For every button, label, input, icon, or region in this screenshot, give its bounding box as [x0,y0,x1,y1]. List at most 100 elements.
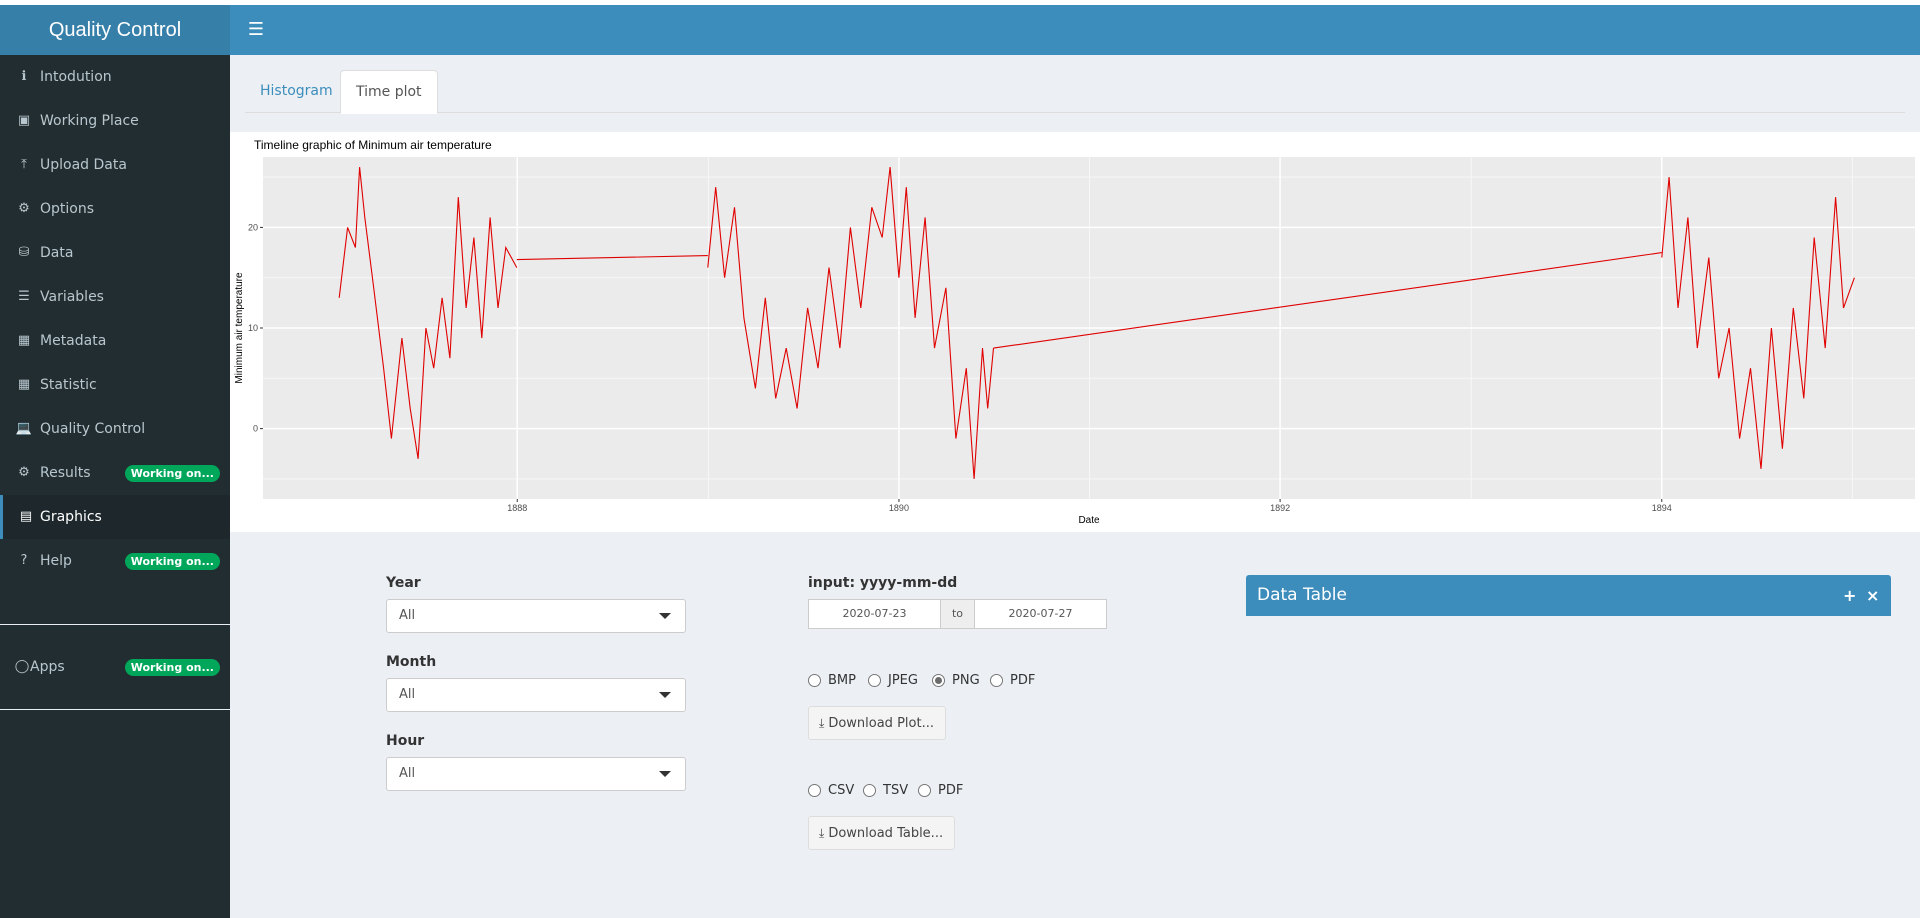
chevron-down-icon [659,692,671,698]
app-title[interactable]: Quality Control [0,5,230,55]
x-tick-label: 1888 [507,503,527,513]
sidebar-item-data[interactable]: ⛁ Data [0,231,230,275]
y-tick-label: 10 [248,323,258,333]
radio-label: CSV [828,783,855,798]
radio-dot [808,784,821,797]
month-select-value: All [399,687,416,702]
download-icon: ⤓ [819,716,825,730]
time-plot-chart: 1888 1890 1892 1894 0 10 20 Timeline graphic of… [234,138,1915,526]
tab-histogram[interactable]: Histogram [245,70,348,113]
laptop-icon: 💻 [15,421,33,436]
radio-label: PDF [1010,673,1036,688]
sidebar-item-label: Results [40,465,91,481]
sidebar: ℹ Intodution ▣ Working Place ⤒ Upload Da… [0,55,230,918]
upload-icon: ⤒ [21,157,27,172]
sidebar-item-variables[interactable]: ☰ Variables [0,275,230,319]
sidebar-item-apps[interactable]: ◯ Apps Working on... [0,645,230,689]
sidebar-item-label: Options [40,201,95,217]
gears-icon: ⚙ [18,201,30,216]
hour-select[interactable]: All [386,757,686,791]
date-start-input[interactable]: 2020-07-23 [808,599,941,629]
radio-dot [863,784,876,797]
x-tick-label: 1894 [1652,503,1672,513]
chevron-down-icon [659,613,671,619]
question-icon: ? [20,553,28,568]
month-select[interactable]: All [386,678,686,712]
database-icon: ⛁ [18,245,30,260]
list-icon: ☰ [18,289,30,304]
sidebar-item-graphics[interactable]: ▤ Graphics [0,495,230,539]
y-tick-label: 0 [253,424,258,434]
expand-icon[interactable]: + [1843,575,1856,616]
chart-title: Timeline graphic of Minimum air temperat… [254,138,492,152]
sidebar-item-upload-data[interactable]: ⤒ Upload Data [0,143,230,187]
sidebar-divider [0,624,230,625]
radio-dot [990,674,1003,687]
sidebar-item-help[interactable]: ? Help Working on... [0,539,230,583]
sidebar-item-label: Upload Data [40,157,127,173]
y-tick-label: 20 [248,222,258,232]
year-select-value: All [399,608,416,623]
sidebar-item-intodution[interactable]: ℹ Intodution [0,55,230,99]
chevron-down-icon [659,771,671,777]
status-badge: Working on... [124,553,220,570]
radio-dot [868,674,881,687]
sidebar-item-label: Help [40,553,72,569]
year-select[interactable]: All [386,599,686,633]
briefcase-icon: ▣ [17,113,31,128]
download-plot-button[interactable]: ⤓ Download Plot... [808,706,946,740]
sidebar-item-label: Intodution [40,69,112,85]
sidebar-item-label: Quality Control [40,421,146,437]
daterange-label: input: yyyy-mm-dd [808,575,958,591]
year-label: Year [386,575,421,591]
sidebar-item-label: Data [40,245,74,261]
radio-label: PDF [938,783,964,798]
sidebar-divider [0,709,230,710]
radio-dot [932,674,945,687]
tab-time-plot[interactable]: Time plot [340,70,438,114]
area-chart-icon: ▤ [19,509,33,524]
radio-label: JPEG [888,673,918,688]
download-table-label: Download Table... [828,826,944,841]
sidebar-item-working-place[interactable]: ▣ Working Place [0,99,230,143]
sidebar-item-results[interactable]: ⚙ Results Working on... [0,451,230,495]
sidebar-item-quality-control[interactable]: 💻 Quality Control [0,407,230,451]
tab-bar: Histogram Time plot [245,70,1905,114]
radio-label: PNG [952,673,980,688]
data-table-box-header: Data Table + × [1246,575,1891,616]
time-plot-panel: 1888 1890 1892 1894 0 10 20 Timeline graphic of… [230,132,1920,532]
sidebar-item-label: Variables [40,289,104,305]
date-end-input[interactable]: 2020-07-27 [974,599,1107,629]
sidebar-item-options[interactable]: ⚙ Options [0,187,230,231]
lightbulb-icon: ◯ [14,659,30,674]
sidebar-item-label: Graphics [40,509,102,525]
table-icon: ▦ [17,377,31,392]
sidebar-item-label: Apps [30,659,65,675]
y-axis-label: Minimum air temperature [234,272,245,384]
status-badge: Working on... [124,659,220,676]
sidebar-item-label: Working Place [40,113,139,129]
hamburger-icon[interactable]: ☰ [244,5,268,55]
hour-label: Hour [386,733,425,749]
x-axis-label: Date [1078,515,1100,526]
top-navbar: ☰ [230,5,1920,55]
radio-dot [808,674,821,687]
x-tick-label: 1892 [1270,503,1290,513]
close-icon[interactable]: × [1866,575,1879,616]
sidebar-item-label: Statistic [40,377,97,393]
month-label: Month [386,654,437,670]
sidebar-item-statistic[interactable]: ▦ Statistic [0,363,230,407]
sidebar-item-label: Metadata [40,333,107,349]
x-tick-label: 1890 [889,503,909,513]
table-icon: ▦ [17,333,31,348]
radio-label: BMP [828,673,856,688]
date-separator: to [941,599,974,629]
sidebar-item-metadata[interactable]: ▦ Metadata [0,319,230,363]
radio-label: TSV [883,783,909,798]
hour-select-value: All [399,766,416,781]
download-plot-label: Download Plot... [828,716,934,731]
download-icon: ⤓ [819,826,825,840]
gears-icon: ⚙ [18,465,30,480]
download-table-button[interactable]: ⤓ Download Table... [808,816,956,850]
info-icon: ℹ [21,69,27,84]
